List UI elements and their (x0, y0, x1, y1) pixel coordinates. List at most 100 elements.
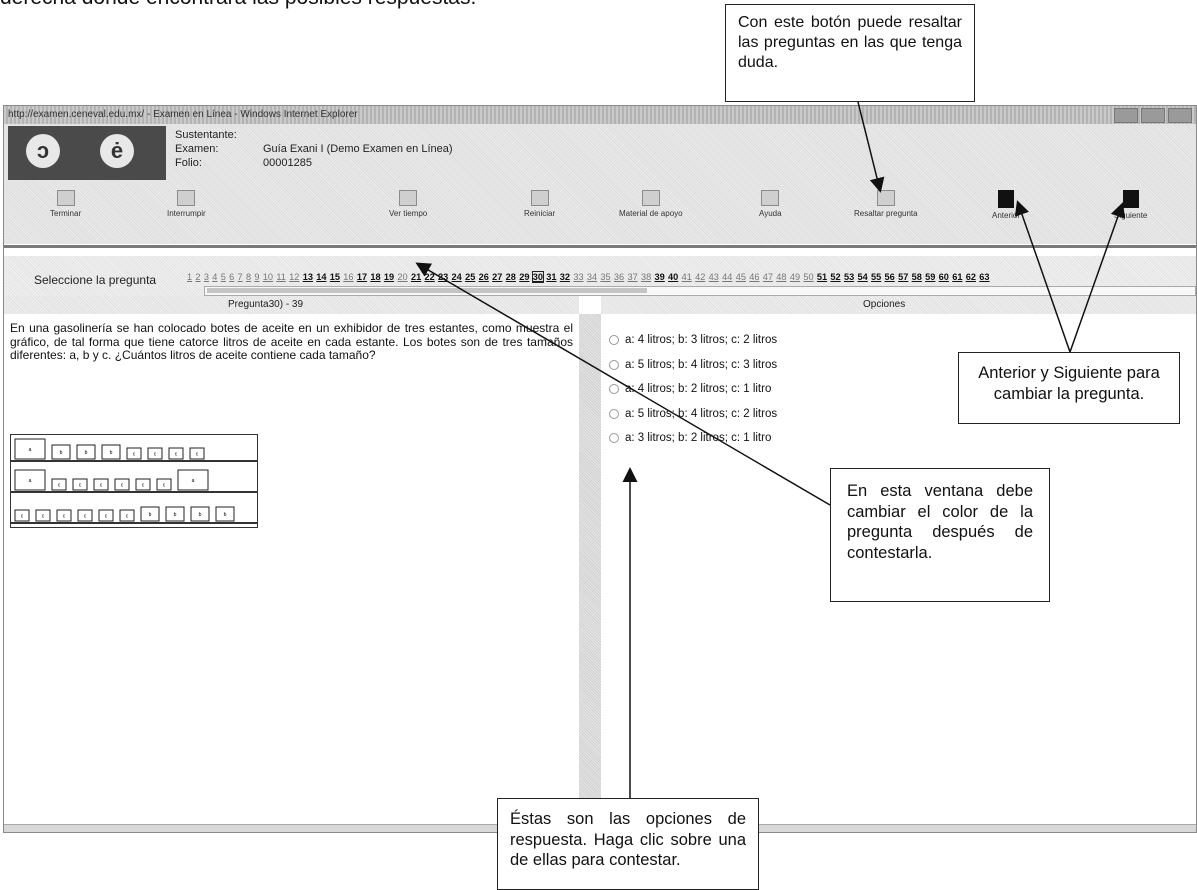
minimize-icon[interactable] (1114, 108, 1138, 123)
radio-icon[interactable] (609, 433, 619, 444)
question-link-12[interactable]: 12 (289, 272, 299, 282)
question-link-25[interactable]: 25 (465, 272, 475, 282)
intro-text: derecha donde encontrará las posibles re… (0, 0, 476, 10)
interrupt-label: Interrumpir (167, 209, 206, 218)
question-link-26[interactable]: 26 (479, 272, 489, 282)
question-link-41[interactable]: 41 (682, 272, 692, 282)
question-link-50[interactable]: 50 (803, 272, 813, 282)
question-link-22[interactable]: 22 (424, 272, 434, 282)
highlight-question-button[interactable]: Resaltar pregunta (854, 190, 918, 218)
question-link-35[interactable]: 35 (600, 272, 610, 282)
question-link-56[interactable]: 56 (885, 272, 895, 282)
question-link-3[interactable]: 3 (204, 272, 209, 282)
can-label: b (174, 512, 177, 518)
question-link-13[interactable]: 13 (303, 272, 313, 282)
option-5[interactable]: a: 3 litros; b: 2 litros; c: 1 litro (609, 426, 777, 451)
question-link-28[interactable]: 28 (506, 272, 516, 282)
question-link-11[interactable]: 11 (276, 272, 286, 282)
question-link-51[interactable]: 51 (817, 272, 827, 282)
question-link-1[interactable]: 1 (187, 272, 192, 282)
question-link-45[interactable]: 45 (736, 272, 746, 282)
question-link-24[interactable]: 24 (452, 272, 462, 282)
radio-icon[interactable] (609, 408, 619, 419)
question-link-29[interactable]: 29 (519, 272, 529, 282)
question-link-16[interactable]: 16 (343, 272, 353, 282)
next-button[interactable]: Siguiente (1114, 190, 1147, 220)
restart-label: Reiniciar (524, 209, 556, 218)
radio-icon[interactable] (609, 384, 619, 395)
support-material-icon (641, 190, 660, 206)
question-link-36[interactable]: 36 (614, 272, 624, 282)
question-link-31[interactable]: 31 (546, 272, 556, 282)
question-link-46[interactable]: 46 (749, 272, 759, 282)
question-link-30[interactable]: 30 (531, 271, 544, 283)
question-header: Pregunta30) - 39 (4, 296, 579, 314)
question-link-4[interactable]: 4 (212, 272, 217, 282)
question-link-33[interactable]: 33 (573, 272, 583, 282)
help-button[interactable]: Ayuda (759, 190, 782, 218)
scrollbar-thumb[interactable] (207, 288, 647, 293)
pane-divider[interactable] (579, 314, 601, 832)
question-link-38[interactable]: 38 (641, 272, 651, 282)
question-link-49[interactable]: 49 (790, 272, 800, 282)
question-link-18[interactable]: 18 (370, 272, 380, 282)
option-1[interactable]: a: 4 litros; b: 3 litros; c: 2 litros (609, 328, 777, 353)
question-link-19[interactable]: 19 (384, 272, 394, 282)
option-3[interactable]: a: 4 litros; b: 2 litros; c: 1 litro (609, 377, 777, 402)
question-link-20[interactable]: 20 (397, 272, 407, 282)
question-link-10[interactable]: 10 (263, 272, 273, 282)
options-header: Opciones (601, 296, 1196, 314)
question-link-52[interactable]: 52 (830, 272, 840, 282)
question-link-8[interactable]: 8 (246, 272, 251, 282)
question-link-55[interactable]: 55 (871, 272, 881, 282)
question-link-53[interactable]: 53 (844, 272, 854, 282)
question-text: En una gasolinería se han colocado botes… (10, 321, 573, 362)
question-link-47[interactable]: 47 (763, 272, 773, 282)
option-4[interactable]: a: 5 litros; b: 4 litros; c: 2 litros (609, 402, 777, 427)
option-2[interactable]: a: 5 litros; b: 4 litros; c: 3 litros (609, 353, 777, 378)
question-link-63[interactable]: 63 (979, 272, 989, 282)
question-link-7[interactable]: 7 (238, 272, 243, 282)
close-icon[interactable] (1168, 108, 1192, 123)
question-link-17[interactable]: 17 (357, 272, 367, 282)
question-link-32[interactable]: 32 (560, 272, 570, 282)
next-label: Siguiente (1114, 211, 1148, 220)
question-link-61[interactable]: 61 (952, 272, 962, 282)
question-link-60[interactable]: 60 (939, 272, 949, 282)
support-material-button[interactable]: Material de apoyo (619, 190, 683, 218)
question-link-27[interactable]: 27 (492, 272, 502, 282)
question-link-62[interactable]: 62 (966, 272, 976, 282)
view-time-button[interactable]: Ver tiempo (389, 190, 427, 218)
question-link-23[interactable]: 23 (438, 272, 448, 282)
question-link-5[interactable]: 5 (221, 272, 226, 282)
maximize-icon[interactable] (1141, 108, 1165, 123)
interrupt-button[interactable]: Interrumpir (167, 190, 206, 218)
question-link-34[interactable]: 34 (587, 272, 597, 282)
finish-button[interactable]: Terminar (50, 190, 81, 218)
question-link-6[interactable]: 6 (229, 272, 234, 282)
question-link-57[interactable]: 57 (898, 272, 908, 282)
question-link-58[interactable]: 58 (912, 272, 922, 282)
restart-button[interactable]: Reiniciar (524, 190, 555, 218)
previous-button[interactable]: Anterior (992, 190, 1020, 220)
radio-icon[interactable] (609, 335, 619, 346)
previous-icon (998, 190, 1014, 208)
question-link-15[interactable]: 15 (330, 272, 340, 282)
question-link-43[interactable]: 43 (709, 272, 719, 282)
radio-icon[interactable] (609, 359, 619, 370)
question-link-37[interactable]: 37 (627, 272, 637, 282)
question-link-21[interactable]: 21 (411, 272, 421, 282)
can-label: a (192, 478, 195, 484)
question-link-14[interactable]: 14 (316, 272, 326, 282)
question-list-scrollbar[interactable] (204, 286, 1196, 296)
question-link-54[interactable]: 54 (857, 272, 867, 282)
question-link-9[interactable]: 9 (254, 272, 259, 282)
question-link-48[interactable]: 48 (776, 272, 786, 282)
logo: ↄ ė (8, 126, 166, 180)
question-link-44[interactable]: 44 (722, 272, 732, 282)
question-link-39[interactable]: 39 (655, 272, 665, 282)
question-link-42[interactable]: 42 (695, 272, 705, 282)
question-link-2[interactable]: 2 (195, 272, 200, 282)
question-link-59[interactable]: 59 (925, 272, 935, 282)
question-link-40[interactable]: 40 (668, 272, 678, 282)
